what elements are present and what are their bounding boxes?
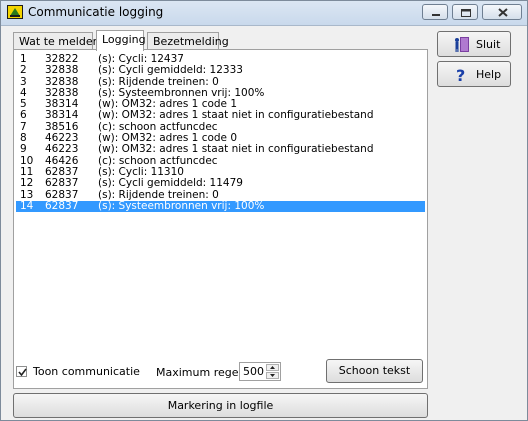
tab-wat-te-melden[interactable]: Wat te melden [13, 32, 100, 49]
log-row[interactable]: 9 46223 (w): OM32: adres 1 staat niet in c… [16, 143, 425, 156]
log-cell-num: 14 [20, 199, 34, 212]
log-list[interactable]: 1 32822 (s): Cycli: 12437 2 32838 (s): Cycli … [16, 54, 425, 354]
checkmark-icon [18, 368, 27, 377]
communicatie-logging-window: Communicatie logging Wat te melden Loggi… [0, 0, 528, 421]
schoon-tekst-button[interactable]: Schoon tekst [326, 359, 423, 383]
log-row[interactable]: 14 62837 (s): Systeembronnen vrij: 100% [16, 199, 425, 213]
minimize-icon [432, 14, 440, 16]
tab-logging[interactable]: Logging [96, 30, 146, 51]
tab-label: Bezetmelding [153, 35, 229, 48]
log-cell-time: 32838 [45, 64, 79, 77]
close-icon [498, 8, 508, 17]
sluit-label: Sluit [476, 38, 501, 51]
tab-label: Wat te melden [19, 35, 100, 48]
tab-label: Logging [102, 33, 146, 46]
log-row[interactable]: 2 32838 (s): Cycli gemiddeld: 12333 [16, 64, 425, 77]
maximum-regels-value[interactable]: 500 [243, 365, 264, 378]
title-bar[interactable]: Communicatie logging [1, 1, 527, 26]
log-cell-time: 46223 [45, 143, 79, 156]
minimize-button[interactable] [422, 4, 448, 20]
log-cell-num: 9 [20, 143, 27, 156]
spin-up-button[interactable] [266, 364, 279, 371]
window-title: Communicatie logging [28, 5, 164, 19]
markering-label: Markering in logfile [167, 399, 274, 412]
log-cell-num: 12 [20, 177, 34, 190]
sluit-button[interactable]: Sluit [437, 31, 511, 57]
maximum-regels-spinner[interactable]: 500 [239, 362, 281, 381]
arrow-up-icon [270, 366, 275, 369]
schoon-tekst-label: Schoon tekst [338, 364, 411, 377]
log-row[interactable]: 12 62837 (s): Cycli gemiddeld: 11479 [16, 177, 425, 190]
log-cell-msg: (s): Cycli gemiddeld: 11479 [98, 177, 243, 190]
close-button[interactable] [482, 4, 522, 20]
log-cell-time: 62837 [45, 177, 79, 190]
toon-communicatie-checkbox[interactable] [16, 366, 27, 377]
log-cell-num: 2 [20, 64, 27, 77]
tab-bezetmelding[interactable]: Bezetmelding [147, 32, 229, 49]
spinner-buttons [266, 364, 279, 379]
app-icon [7, 5, 23, 19]
maximize-icon [461, 9, 471, 17]
log-cell-msg: (s): Systeembronnen vrij: 100% [98, 199, 265, 212]
question-mark-icon: ? [456, 66, 465, 83]
toon-communicatie-label: Toon communicatie [33, 365, 140, 378]
log-cell-msg: (s): Cycli gemiddeld: 12333 [98, 64, 243, 77]
svg-text:?: ? [456, 66, 465, 83]
help-button[interactable]: ? Help [437, 61, 511, 87]
maximize-button[interactable] [452, 4, 478, 20]
spin-down-button[interactable] [266, 372, 279, 379]
door-exit-icon [455, 37, 469, 52]
log-cell-msg: (w): OM32: adres 1 staat niet in configu… [98, 143, 374, 156]
markering-in-logfile-button[interactable]: Markering in logfile [13, 393, 428, 418]
arrow-down-icon [270, 374, 275, 377]
logging-panel: 1 32822 (s): Cycli: 12437 2 32838 (s): Cycli … [13, 49, 428, 389]
help-label: Help [476, 68, 502, 81]
maximum-regels-label: Maximum regels: [156, 366, 251, 379]
log-cell-time: 62837 [45, 199, 79, 212]
